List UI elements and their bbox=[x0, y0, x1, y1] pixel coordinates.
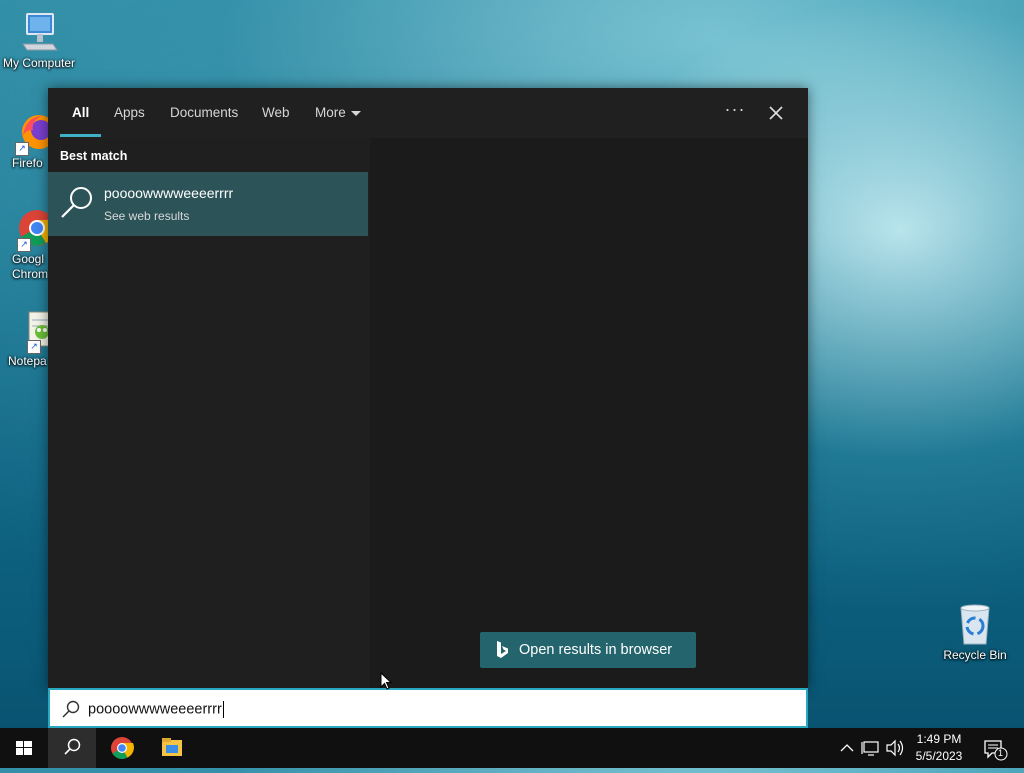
clock-time: 1:49 PM bbox=[916, 732, 962, 746]
more-options-button[interactable]: ··· bbox=[720, 98, 750, 126]
tab-apps[interactable]: Apps bbox=[114, 105, 145, 120]
close-button[interactable] bbox=[762, 100, 790, 126]
active-tab-indicator bbox=[60, 134, 101, 137]
tab-web[interactable]: Web bbox=[262, 105, 290, 120]
search-icon bbox=[61, 187, 92, 218]
desktop-icon-label: My Computer bbox=[2, 56, 76, 70]
notification-count-badge: 1 bbox=[998, 748, 1004, 758]
best-match-result[interactable]: poooowwwweeeerrrr See web results bbox=[48, 172, 368, 236]
results-list: Best match poooowwwweeeerrrr See web res… bbox=[48, 138, 370, 688]
volume-icon[interactable] bbox=[884, 728, 906, 768]
system-clock[interactable]: 1:49 PM 5/5/2023 bbox=[908, 731, 970, 765]
best-match-heading: Best match bbox=[60, 149, 128, 163]
tab-documents[interactable]: Documents bbox=[170, 105, 238, 120]
preview-pane bbox=[370, 138, 808, 688]
search-panel: All Apps Documents Web More ··· Best mat… bbox=[48, 88, 808, 688]
mouse-cursor-icon bbox=[380, 672, 393, 690]
search-query-text: poooowwwweeeerrrr bbox=[88, 701, 222, 718]
open-results-in-browser-button[interactable]: Open results in browser bbox=[480, 632, 696, 668]
result-title: poooowwwweeeerrrr bbox=[104, 185, 234, 201]
taskbar-search-button[interactable] bbox=[48, 728, 96, 768]
my-computer-icon bbox=[17, 10, 61, 54]
close-icon bbox=[769, 106, 783, 120]
tab-all[interactable]: All bbox=[72, 105, 89, 120]
result-subtitle: See web results bbox=[104, 209, 190, 223]
network-icon[interactable] bbox=[860, 728, 882, 768]
open-results-label: Open results in browser bbox=[519, 642, 673, 658]
file-explorer-icon bbox=[162, 738, 182, 756]
clock-date: 5/5/2023 bbox=[915, 749, 963, 763]
recycle-bin-icon bbox=[953, 602, 997, 646]
text-cursor bbox=[222, 701, 224, 718]
shortcut-arrow-icon: ↗ bbox=[15, 142, 29, 156]
shortcut-arrow-icon: ↗ bbox=[17, 238, 31, 252]
search-icon bbox=[64, 738, 81, 755]
notification-icon bbox=[984, 740, 1008, 761]
desktop-icon-recycle-bin[interactable]: Recycle Bin bbox=[936, 602, 1014, 662]
taskbar-file-explorer-button[interactable] bbox=[148, 728, 196, 768]
action-center-button[interactable]: 1 bbox=[980, 728, 1010, 768]
search-input[interactable]: poooowwwweeeerrrr bbox=[48, 688, 808, 728]
windows-start-icon bbox=[16, 741, 32, 755]
desktop-icon-label: Recycle Bin bbox=[943, 648, 1007, 662]
taskbar-chrome-button[interactable] bbox=[98, 728, 146, 768]
search-tab-bar: All Apps Documents Web More ··· bbox=[48, 88, 808, 138]
shortcut-arrow-icon: ↗ bbox=[27, 340, 41, 354]
chevron-down-icon bbox=[350, 110, 361, 116]
tab-more-label: More bbox=[315, 105, 346, 120]
taskbar: 1:49 PM 5/5/2023 1 bbox=[0, 728, 1024, 768]
chevron-up-icon bbox=[840, 744, 854, 752]
search-icon bbox=[62, 700, 80, 718]
chrome-icon bbox=[111, 737, 134, 759]
bing-icon bbox=[497, 641, 508, 658]
show-hidden-icons-button[interactable] bbox=[838, 728, 856, 768]
desktop-icon-my-computer[interactable]: My Computer bbox=[0, 10, 78, 70]
start-button[interactable] bbox=[0, 728, 48, 768]
tab-more[interactable]: More bbox=[315, 105, 361, 120]
